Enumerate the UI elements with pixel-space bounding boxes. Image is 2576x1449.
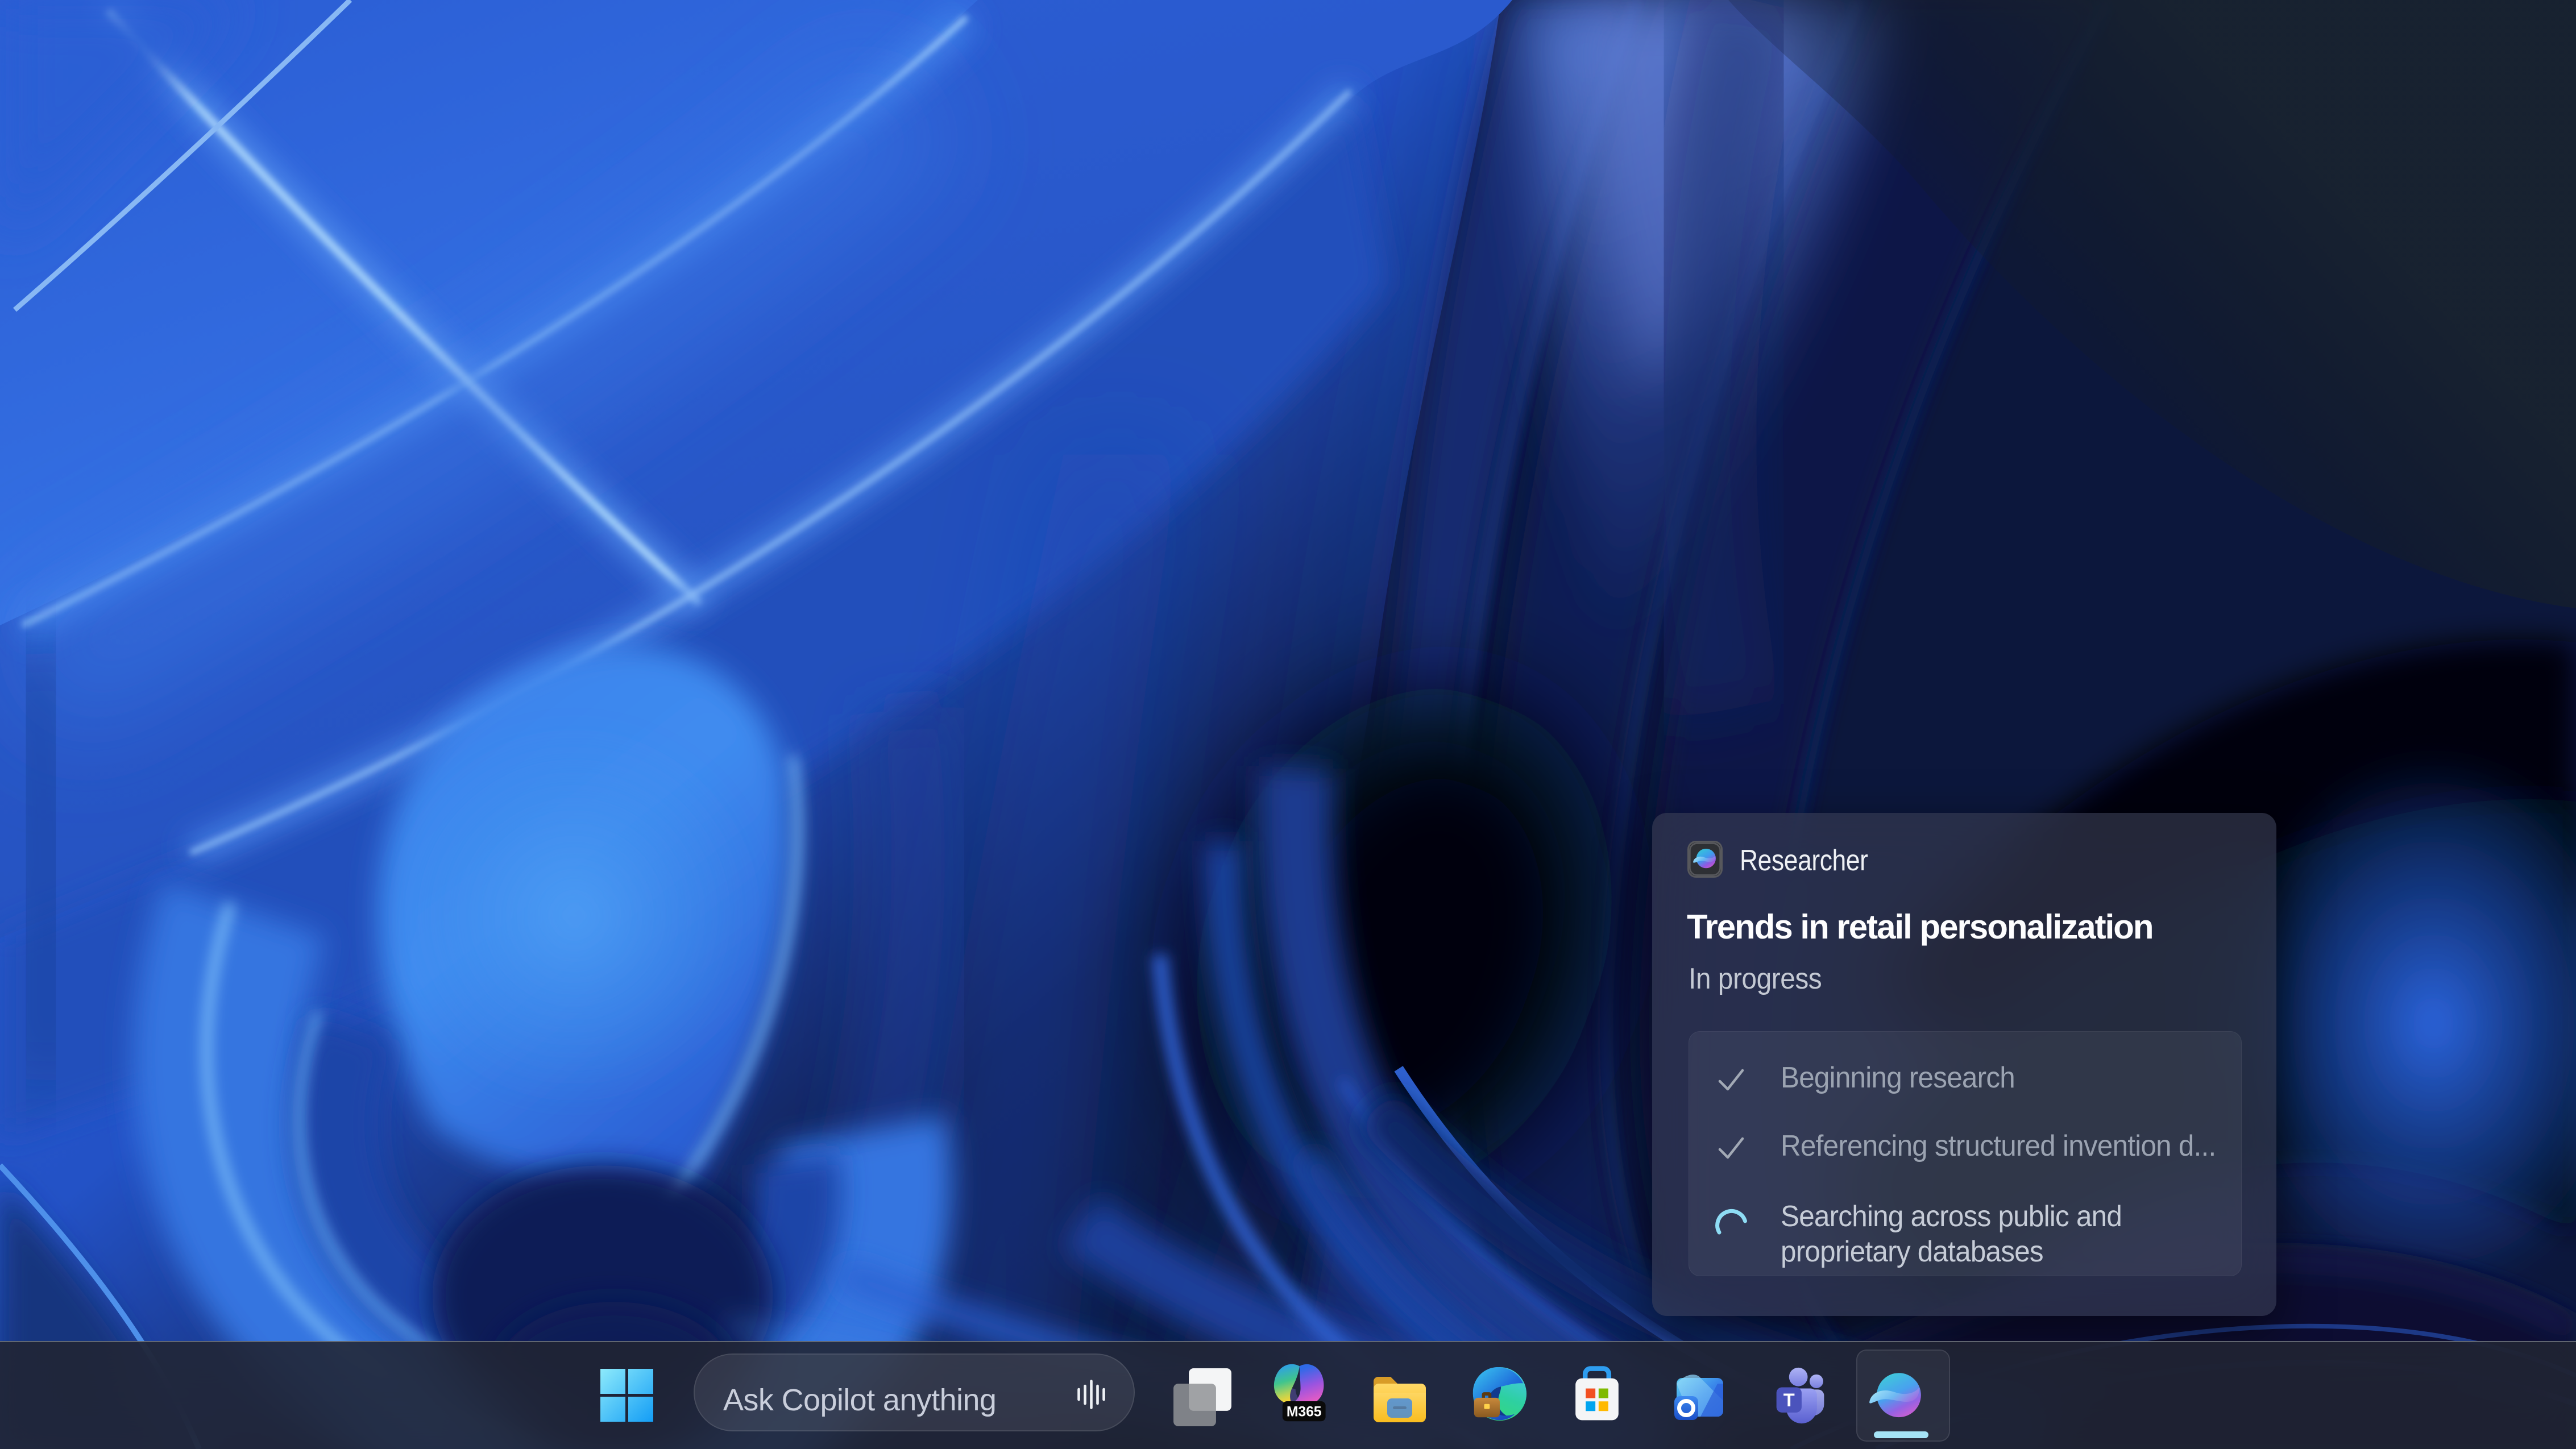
svg-text:T: T (1783, 1389, 1795, 1410)
svg-text:M365: M365 (1287, 1404, 1322, 1419)
